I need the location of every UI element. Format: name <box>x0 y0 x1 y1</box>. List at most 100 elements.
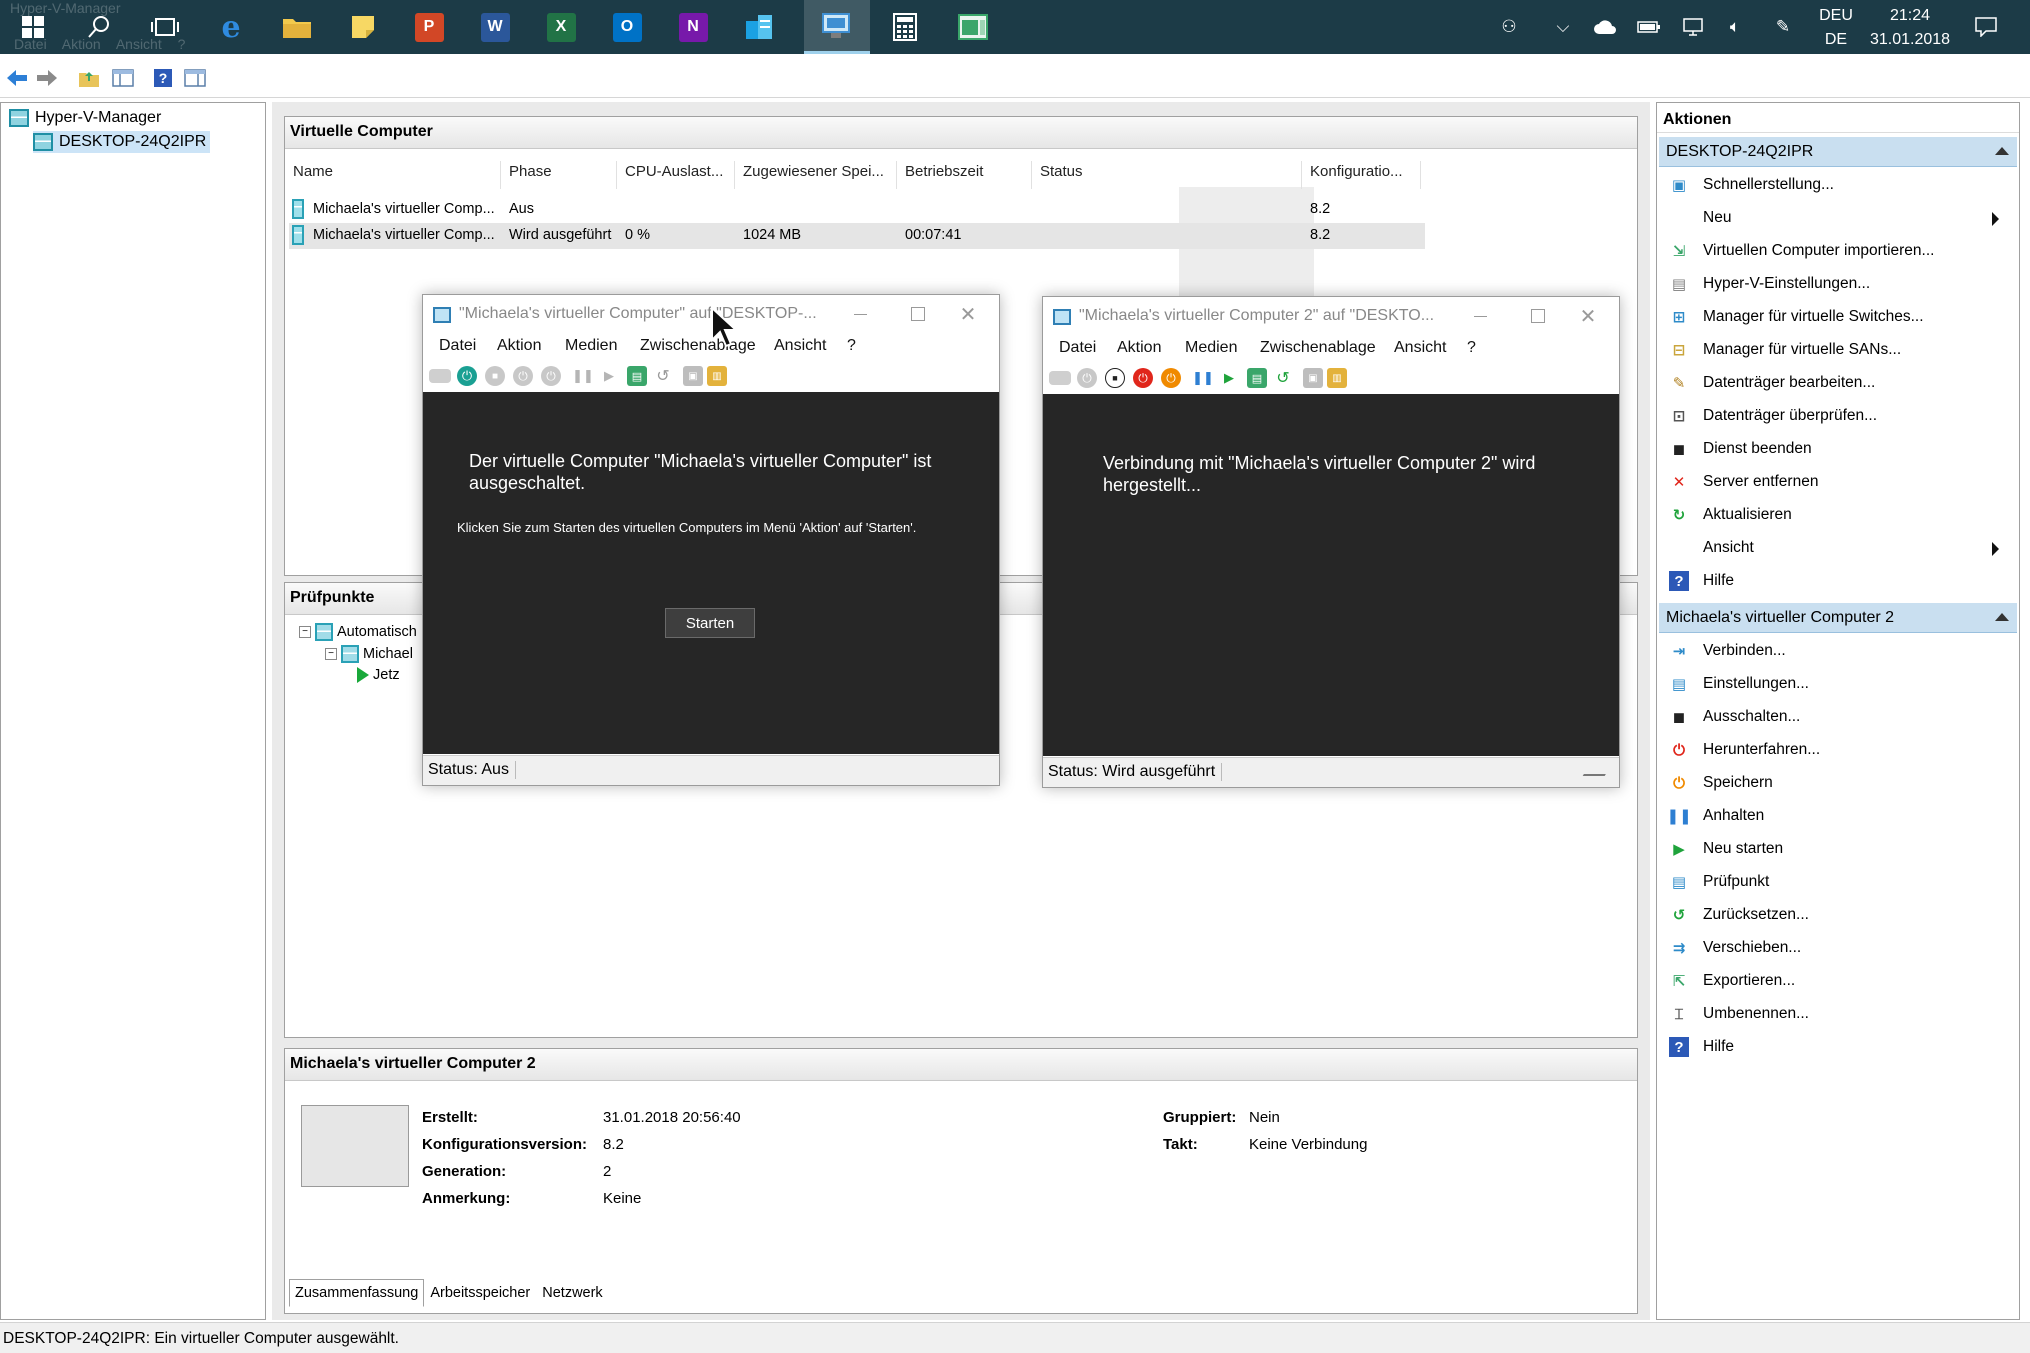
action-item[interactable]: ⌶ Umbenennen... <box>1669 998 2009 1030</box>
collapse-toggle-icon[interactable]: − <box>299 626 311 638</box>
checkpoint-icon[interactable]: ▤ <box>1247 368 1267 388</box>
close-button[interactable]: ✕ <box>1573 301 1603 331</box>
show-hide-console-tree-button[interactable] <box>112 67 134 89</box>
back-button[interactable] <box>6 67 28 89</box>
onenote-taskbar-button[interactable]: N <box>660 0 726 54</box>
network-tray-button[interactable] <box>1676 0 1710 54</box>
menu-datei[interactable]: Datei <box>439 337 476 355</box>
menu-medien[interactable]: Medien <box>565 337 617 355</box>
explorer-taskbar-button[interactable] <box>264 0 330 54</box>
start-icon[interactable]: ⏻ <box>457 366 477 386</box>
column-phase[interactable]: Phase <box>501 161 617 189</box>
action-item[interactable]: ? Hilfe <box>1669 565 2009 597</box>
show-hide-action-pane-button[interactable] <box>184 67 206 89</box>
menu-ansicht[interactable]: Ansicht <box>1394 339 1446 357</box>
action-item[interactable]: ▶ Neu starten <box>1669 833 2009 865</box>
action-item[interactable]: ◼ Ausschalten... <box>1669 701 2009 733</box>
revert-icon[interactable]: ↺ <box>653 366 673 386</box>
action-item[interactable]: ⇥ Verbinden... <box>1669 635 2009 667</box>
share-icon[interactable]: ▥ <box>707 366 727 386</box>
sticky-notes-taskbar-button[interactable] <box>330 0 396 54</box>
action-item[interactable]: ⏻ Herunterfahren... <box>1669 734 2009 766</box>
start-icon[interactable]: ⏻ <box>1077 368 1097 388</box>
action-item[interactable]: ⇱ Exportieren... <box>1669 965 2009 997</box>
action-item[interactable]: ❚❚ Anhalten <box>1666 800 2009 832</box>
actions-section-server[interactable]: DESKTOP-24Q2IPR <box>1659 137 2017 167</box>
column-name[interactable]: Name <box>285 161 501 189</box>
enhanced-session-icon[interactable]: ▣ <box>683 366 703 386</box>
vm-row[interactable]: Michaela's virtueller Comp... Aus 8.2 <box>289 197 1425 223</box>
action-item[interactable]: Neu <box>1669 202 2009 234</box>
actions-section-vm[interactable]: Michaela's virtueller Computer 2 <box>1659 603 2017 633</box>
checkpoint-tree-item[interactable]: − Michael <box>325 645 413 663</box>
ctrl-alt-del-icon[interactable] <box>1049 371 1071 385</box>
outlook-taskbar-button[interactable]: O <box>594 0 660 54</box>
action-center-button[interactable] <box>1966 0 2006 54</box>
menu-aktion[interactable]: Aktion <box>497 337 541 355</box>
column-memory[interactable]: Zugewiesener Spei... <box>735 161 897 189</box>
action-item[interactable]: ▤ Hyper-V-Einstellungen... <box>1669 268 2009 300</box>
tab-memory[interactable]: Arbeitsspeicher <box>424 1279 536 1307</box>
maximize-button[interactable] <box>1523 301 1553 331</box>
action-item[interactable]: ▤ Einstellungen... <box>1669 668 2009 700</box>
action-item[interactable]: ⇉ Verschieben... <box>1669 932 2009 964</box>
action-item[interactable]: ⊟ Manager für virtuelle SANs... <box>1669 334 2009 366</box>
volume-tray-button[interactable]: 🔈︎ <box>1718 0 1752 54</box>
ctrl-alt-del-icon[interactable] <box>429 369 451 383</box>
action-item[interactable]: ? Hilfe <box>1669 1031 2009 1063</box>
menu-datei[interactable]: Datei <box>1059 339 1096 357</box>
up-one-level-button[interactable] <box>78 67 100 89</box>
maximize-button[interactable] <box>903 299 933 329</box>
hyper-v-manager-taskbar-button[interactable] <box>804 0 870 54</box>
action-item[interactable]: ↻ Aktualisieren <box>1669 499 2009 531</box>
column-config[interactable]: Konfiguratio... <box>1302 161 1421 189</box>
save-icon[interactable]: ⏻ <box>1161 368 1181 388</box>
action-item[interactable]: ⊞ Manager für virtuelle Switches... <box>1669 301 2009 333</box>
action-item[interactable]: ⊡ Datenträger überprüfen... <box>1669 400 2009 432</box>
tab-summary[interactable]: Zusammenfassung <box>289 1279 425 1307</box>
start-button[interactable]: Starten <box>665 608 755 638</box>
action-item[interactable]: ✕ Server entfernen <box>1669 466 2009 498</box>
input-language-indicator[interactable]: DEU DE <box>1812 4 1860 52</box>
menu-help[interactable]: ? <box>1467 339 1476 357</box>
minimize-button[interactable] <box>845 299 875 329</box>
menu-aktion[interactable]: Aktion <box>1117 339 1161 357</box>
pause-icon[interactable]: ❚❚ <box>572 366 594 386</box>
pause-icon[interactable]: ❚❚ <box>1192 368 1214 388</box>
word-taskbar-button[interactable]: W <box>462 0 528 54</box>
action-item[interactable]: ▣ Schnellerstellung... <box>1669 169 2009 201</box>
pen-tray-button[interactable]: ✎ <box>1766 0 1800 54</box>
action-item[interactable]: ▤ Prüfpunkt <box>1669 866 2009 898</box>
powerpoint-taskbar-button[interactable]: P <box>396 0 462 54</box>
edge-taskbar-button[interactable]: e <box>198 0 264 54</box>
tab-network[interactable]: Netzwerk <box>536 1279 608 1307</box>
collapse-toggle-icon[interactable]: − <box>325 648 337 660</box>
turn-off-icon[interactable]: ■ <box>485 366 505 386</box>
action-item[interactable]: ⇲ Virtuellen Computer importieren... <box>1669 235 2009 267</box>
vm-display-area[interactable]: Der virtuelle Computer "Michaela's virtu… <box>423 392 999 754</box>
azure-taskbar-button[interactable] <box>726 0 792 54</box>
column-status[interactable]: Status <box>1032 161 1302 189</box>
vm-connection-titlebar[interactable]: "Michaela's virtueller Computer 2" auf "… <box>1043 297 1619 337</box>
vm-row-selected[interactable]: Michaela's virtueller Comp... Wird ausge… <box>289 223 1425 249</box>
tree-root-hyper-v-manager[interactable]: Hyper-V-Manager <box>9 107 161 129</box>
excel-taskbar-button[interactable]: X <box>528 0 594 54</box>
close-button[interactable]: ✕ <box>953 299 983 329</box>
action-item[interactable]: ⏻ Speichern <box>1669 767 2009 799</box>
tree-server-node[interactable]: DESKTOP-24Q2IPR <box>33 131 211 153</box>
show-hidden-icons-button[interactable]: ⌵ <box>1546 0 1580 54</box>
search-button[interactable] <box>66 0 132 54</box>
menu-zwischenablage[interactable]: Zwischenablage <box>1260 339 1376 357</box>
action-item[interactable]: ◼ Dienst beenden <box>1669 433 2009 465</box>
people-tray-button[interactable]: ⚇ <box>1492 0 1526 54</box>
vm-connection-taskbar-button[interactable] <box>940 0 1006 54</box>
share-icon[interactable]: ▥ <box>1327 368 1347 388</box>
shutdown-icon[interactable]: ⏻ <box>513 366 533 386</box>
checkpoint-tree-item[interactable]: − Automatisch <box>299 623 417 641</box>
forward-button[interactable] <box>36 67 58 89</box>
save-icon[interactable]: ⏻ <box>541 366 561 386</box>
action-item[interactable]: Ansicht <box>1669 532 2009 564</box>
column-cpu[interactable]: CPU-Auslast... <box>617 161 735 189</box>
checkpoint-icon[interactable]: ▤ <box>627 366 647 386</box>
clock[interactable]: 21:24 31.01.2018 <box>1862 4 1958 52</box>
